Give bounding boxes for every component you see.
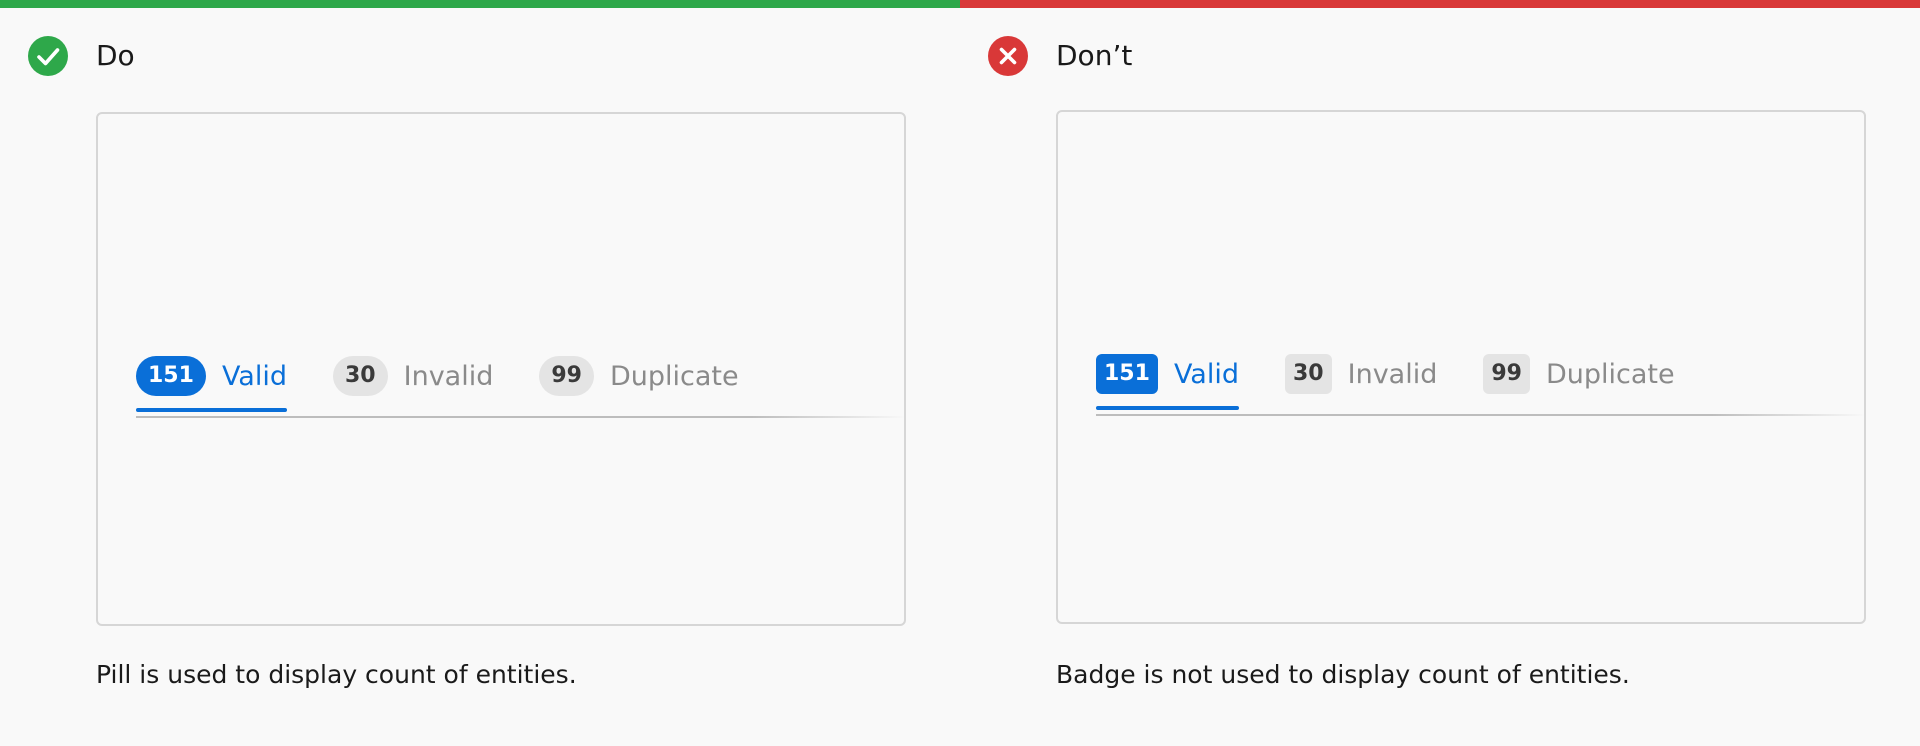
check-circle-icon	[28, 36, 68, 76]
tab-valid[interactable]: 151 Valid	[136, 344, 287, 412]
tab-divider	[136, 416, 906, 418]
dont-example-frame: 151 Valid 30 Invalid 99 Duplicate	[1056, 110, 1866, 624]
count-pill: 30	[333, 356, 388, 396]
x-circle-icon	[988, 36, 1028, 76]
tab-label: Duplicate	[610, 360, 739, 392]
dont-tab-bar: 151 Valid 30 Invalid 99 Duplicate	[1096, 342, 1721, 410]
dont-caption: Badge is not used to display count of en…	[1056, 660, 1630, 689]
do-heading: Do	[96, 39, 135, 72]
count-pill: 151	[136, 356, 206, 396]
tab-valid[interactable]: 151 Valid	[1096, 342, 1239, 410]
do-example-frame: 151 Valid 30 Invalid 99 Duplicate	[96, 112, 906, 626]
tab-duplicate[interactable]: 99 Duplicate	[539, 344, 739, 408]
tab-label: Invalid	[1347, 358, 1438, 390]
dont-heading: Don’t	[1056, 39, 1133, 72]
tab-divider	[1096, 414, 1866, 416]
do-tab-bar: 151 Valid 30 Invalid 99 Duplicate	[136, 344, 785, 412]
count-badge: 30	[1285, 354, 1332, 394]
do-caption: Pill is used to display count of entitie…	[96, 660, 577, 689]
tab-invalid[interactable]: 30 Invalid	[333, 344, 493, 408]
tab-label: Duplicate	[1546, 358, 1675, 390]
count-badge: 99	[1483, 354, 1530, 394]
tab-label: Valid	[221, 360, 287, 392]
do-panel: Do 151 Valid 30 Invalid 99 Duplicate Pil…	[0, 0, 960, 746]
do-dont-guideline: Do 151 Valid 30 Invalid 99 Duplicate Pil…	[0, 0, 1920, 746]
tab-label: Valid	[1173, 358, 1239, 390]
dont-panel: Don’t 151 Valid 30 Invalid 99 Duplicate …	[960, 0, 1920, 746]
tab-label: Invalid	[403, 360, 494, 392]
tab-invalid[interactable]: 30 Invalid	[1285, 342, 1437, 406]
count-badge: 151	[1096, 354, 1158, 394]
count-pill: 99	[539, 356, 594, 396]
tab-duplicate[interactable]: 99 Duplicate	[1483, 342, 1675, 406]
